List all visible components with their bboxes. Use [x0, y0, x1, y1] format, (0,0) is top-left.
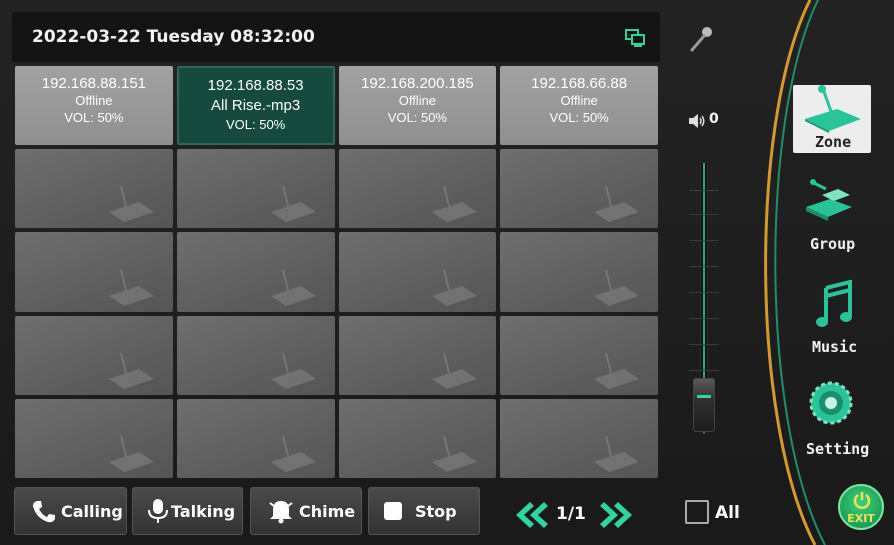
zone-volume: VOL: 50%	[549, 110, 609, 125]
top-bar: 2022-03-22 Tuesday 08:32:00	[12, 12, 660, 62]
slider-tick	[689, 318, 719, 319]
empty-zone-cell[interactable]	[176, 398, 335, 478]
station-watermark-icon	[108, 352, 154, 389]
empty-zone-cell[interactable]	[15, 149, 173, 229]
empty-zone-cell[interactable]	[176, 232, 335, 312]
exit-button[interactable]: EXIT	[838, 484, 884, 530]
zone-ip: 192.168.88.151	[41, 75, 147, 92]
station-watermark-icon	[594, 269, 639, 306]
zone-cell-selected[interactable]: 192.168.88.53 All Rise.-mp3 VOL: 50%	[176, 66, 335, 146]
talking-label: Talking	[171, 501, 236, 521]
page-indicator: 1/1	[556, 504, 586, 524]
nav-music-label: Music	[812, 338, 858, 356]
station-watermark-icon	[108, 269, 154, 306]
station-watermark-icon	[270, 186, 316, 223]
empty-zone-cell[interactable]	[15, 232, 173, 312]
empty-zone-cell[interactable]	[500, 149, 658, 229]
next-page-icon[interactable]	[598, 500, 638, 530]
slider-tick	[689, 214, 719, 215]
power-icon	[853, 492, 871, 509]
empty-zone-cell[interactable]	[500, 232, 658, 312]
microphone-icon[interactable]	[686, 24, 716, 54]
nav-setting-label: Setting	[806, 440, 870, 458]
talking-button[interactable]: Talking	[132, 487, 243, 535]
empty-zone-cell[interactable]	[500, 315, 658, 395]
zone-cell[interactable]: 192.168.88.151 Offline VOL: 50%	[15, 66, 173, 146]
zone-volume: VOL: 50%	[225, 117, 286, 132]
zone-volume: VOL: 50%	[387, 110, 447, 125]
station-watermark-icon	[432, 269, 478, 306]
station-watermark-icon	[432, 352, 478, 389]
station-watermark-icon	[108, 186, 154, 223]
nav-music[interactable]: Music	[790, 280, 890, 360]
nav-setting[interactable]: Setting	[790, 380, 890, 460]
zone-cell[interactable]: 192.168.200.185 Offline VOL: 50%	[338, 66, 497, 146]
empty-zone-cell[interactable]	[15, 398, 173, 478]
bell-icon	[269, 501, 293, 524]
microphone-icon	[148, 499, 168, 523]
volume-value: 0	[709, 111, 719, 127]
zone-status: Offline	[560, 93, 598, 108]
station-watermark-icon	[594, 186, 639, 223]
nav-group-label: Group	[810, 235, 856, 253]
slider-tick	[689, 292, 719, 293]
nav-zone[interactable]: Zone	[793, 85, 871, 153]
select-all-label: All	[715, 503, 740, 523]
gear-icon	[809, 381, 853, 425]
zone-ip: 192.168.200.185	[361, 75, 474, 92]
calling-label: Calling	[61, 501, 123, 521]
empty-zone-cell[interactable]	[176, 315, 335, 395]
exit-label: EXIT	[847, 512, 875, 525]
station-watermark-icon	[432, 186, 478, 223]
empty-zone-cell[interactable]	[500, 398, 658, 478]
empty-zone-cell[interactable]	[15, 315, 173, 395]
station-watermark-icon	[432, 435, 478, 472]
stop-button[interactable]: Stop	[368, 487, 480, 535]
zone-status: Offline	[398, 93, 437, 108]
chime-button[interactable]: Chime	[250, 487, 362, 535]
volume-slider-knob[interactable]	[693, 378, 715, 432]
empty-zone-cell[interactable]	[338, 149, 497, 229]
prev-page-icon[interactable]	[510, 500, 550, 530]
station-watermark-icon	[270, 269, 316, 306]
select-all-checkbox[interactable]	[685, 500, 709, 524]
slider-tick	[689, 344, 719, 345]
network-icon[interactable]	[624, 28, 646, 48]
datetime-display: 2022-03-22 Tuesday 08:32:00	[32, 27, 315, 47]
nav-group[interactable]: Group	[790, 175, 890, 253]
zone-cell[interactable]: 192.168.66.88 Offline VOL: 50%	[500, 66, 658, 146]
zone-status: All Rise.-mp3	[211, 97, 301, 114]
zone-status: Offline	[75, 93, 113, 108]
zone-icon	[805, 85, 861, 133]
stop-label: Stop	[415, 501, 457, 521]
slider-tick	[689, 190, 719, 191]
music-note-icon	[816, 280, 852, 327]
nav-zone-label: Zone	[815, 133, 852, 151]
empty-zone-cell[interactable]	[338, 232, 497, 312]
station-watermark-icon	[270, 352, 316, 389]
empty-zone-cell[interactable]	[176, 149, 335, 229]
speaker-icon	[689, 114, 705, 128]
station-watermark-icon	[594, 435, 639, 472]
station-watermark-icon	[594, 352, 639, 389]
chime-label: Chime	[299, 501, 356, 521]
group-icon	[806, 179, 852, 221]
slider-tick	[689, 266, 719, 267]
zone-ip: 192.168.66.88	[531, 75, 628, 92]
stop-icon	[384, 502, 402, 520]
zone-volume: VOL: 50%	[64, 110, 124, 125]
station-watermark-icon	[270, 435, 316, 472]
station-watermark-icon	[108, 435, 154, 472]
empty-zone-cell[interactable]	[338, 315, 497, 395]
calling-button[interactable]: Calling	[14, 487, 127, 535]
zone-ip: 192.168.88.53	[207, 77, 304, 94]
slider-tick	[689, 370, 719, 371]
empty-zone-cell[interactable]	[338, 398, 497, 478]
zone-grid: 192.168.88.151 Offline VOL: 50% 192.168.…	[15, 66, 658, 478]
slider-tick	[689, 240, 719, 241]
phone-icon	[33, 501, 55, 523]
